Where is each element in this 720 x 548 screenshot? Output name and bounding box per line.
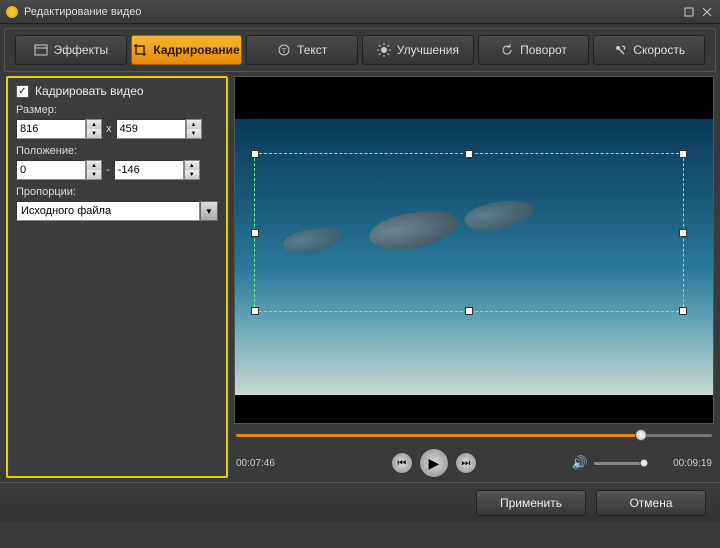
pos-x-field[interactable]: ▲▼ — [16, 160, 102, 180]
tab-effects-label: Эффекты — [54, 43, 109, 57]
video-preview[interactable] — [234, 76, 714, 424]
video-content — [367, 207, 461, 255]
chevron-up-icon[interactable]: ▲ — [185, 161, 199, 170]
volume-thumb[interactable] — [640, 459, 649, 468]
speed-icon — [613, 43, 627, 57]
tab-effects[interactable]: Эффекты — [15, 35, 127, 65]
video-frame — [235, 119, 713, 396]
ratio-value[interactable] — [16, 201, 200, 221]
chevron-up-icon[interactable]: ▲ — [87, 120, 101, 129]
volume-track[interactable] — [594, 462, 644, 465]
chevron-down-icon[interactable]: ▼ — [87, 129, 101, 138]
chevron-up-icon[interactable]: ▲ — [87, 161, 101, 170]
crop-checkbox[interactable]: ✓ — [16, 85, 29, 98]
chevron-down-icon[interactable]: ▼ — [187, 129, 201, 138]
time-current: 00:07:46 — [236, 458, 296, 469]
tab-speed[interactable]: Скорость — [593, 35, 705, 65]
pos-x-input[interactable] — [16, 160, 86, 180]
footer: Применить Отмена — [0, 482, 720, 522]
tab-crop-label: Кадрирование — [153, 43, 239, 57]
main-area: ✓ Кадрировать видео Размер: ▲▼ x ▲▼ Поло… — [0, 76, 720, 478]
skip-back-icon: ⏮ — [397, 458, 406, 469]
chevron-down-icon[interactable]: ▼ — [185, 170, 199, 179]
ratio-label: Пропорции: — [16, 186, 218, 198]
preview-pane: 00:07:46 ⏮ ▶ ⏭ 🔊 00:09:19 — [234, 76, 714, 478]
apply-button[interactable]: Применить — [476, 490, 586, 516]
tabbar: Эффекты Кадрирование T Текст Улучшения П… — [4, 28, 716, 72]
window-title: Редактирование видео — [24, 6, 142, 18]
seek-thumb[interactable] — [635, 429, 647, 441]
ratio-dropdown-button[interactable]: ▼ — [200, 201, 218, 221]
text-icon: T — [277, 43, 291, 57]
tab-speed-label: Скорость — [633, 43, 685, 57]
video-content — [281, 225, 344, 257]
enhance-icon — [377, 43, 391, 57]
seek-bar[interactable] — [236, 428, 712, 442]
crop-checkbox-row[interactable]: ✓ Кадрировать видео — [16, 84, 218, 98]
tab-text[interactable]: T Текст — [246, 35, 358, 65]
size-width-spinner[interactable]: ▲▼ — [86, 119, 102, 139]
close-icon — [702, 7, 712, 17]
crop-checkbox-label: Кадрировать видео — [35, 84, 144, 98]
time-total: 00:09:19 — [652, 458, 712, 469]
tab-rotate-label: Поворот — [520, 43, 567, 57]
size-height-field[interactable]: ▲▼ — [116, 119, 202, 139]
crop-icon — [133, 43, 147, 57]
titlebar: Редактирование видео — [0, 0, 720, 24]
size-width-input[interactable] — [16, 119, 86, 139]
ratio-select[interactable]: ▼ — [16, 201, 218, 221]
position-label: Положение: — [16, 145, 218, 157]
crop-panel: ✓ Кадрировать видео Размер: ▲▼ x ▲▼ Поло… — [6, 76, 228, 478]
tab-text-label: Текст — [297, 43, 327, 57]
app-icon — [6, 6, 18, 18]
pos-y-spinner[interactable]: ▲▼ — [184, 160, 200, 180]
play-icon: ▶ — [429, 455, 440, 472]
chevron-up-icon[interactable]: ▲ — [187, 120, 201, 129]
tab-enhance[interactable]: Улучшения — [362, 35, 474, 65]
window-close-button[interactable] — [700, 5, 714, 19]
pos-y-field[interactable]: ▲▼ — [114, 160, 200, 180]
video-content — [463, 197, 536, 234]
chevron-down-icon[interactable]: ▼ — [87, 170, 101, 179]
prev-button[interactable]: ⏮ — [391, 452, 413, 474]
tab-rotate[interactable]: Поворот — [478, 35, 590, 65]
size-separator: x — [106, 123, 112, 135]
size-width-field[interactable]: ▲▼ — [16, 119, 102, 139]
size-height-spinner[interactable]: ▲▼ — [186, 119, 202, 139]
playback-controls: 00:07:46 ⏮ ▶ ⏭ 🔊 00:09:19 — [234, 424, 714, 478]
rotate-icon — [500, 43, 514, 57]
svg-text:T: T — [282, 48, 287, 55]
effects-icon — [34, 43, 48, 57]
tab-crop[interactable]: Кадрирование — [131, 35, 243, 65]
skip-forward-icon: ⏭ — [461, 458, 470, 469]
pos-y-input[interactable] — [114, 160, 184, 180]
cancel-button[interactable]: Отмена — [596, 490, 706, 516]
next-button[interactable]: ⏭ — [455, 452, 477, 474]
play-button[interactable]: ▶ — [419, 448, 449, 478]
size-label: Размер: — [16, 104, 218, 116]
restore-icon — [684, 7, 694, 17]
pos-separator: - — [106, 164, 110, 176]
size-height-input[interactable] — [116, 119, 186, 139]
volume-control[interactable]: 🔊 — [572, 455, 644, 471]
volume-icon[interactable]: 🔊 — [572, 455, 588, 471]
window-restore-button[interactable] — [682, 5, 696, 19]
tab-enhance-label: Улучшения — [397, 43, 459, 57]
pos-x-spinner[interactable]: ▲▼ — [86, 160, 102, 180]
